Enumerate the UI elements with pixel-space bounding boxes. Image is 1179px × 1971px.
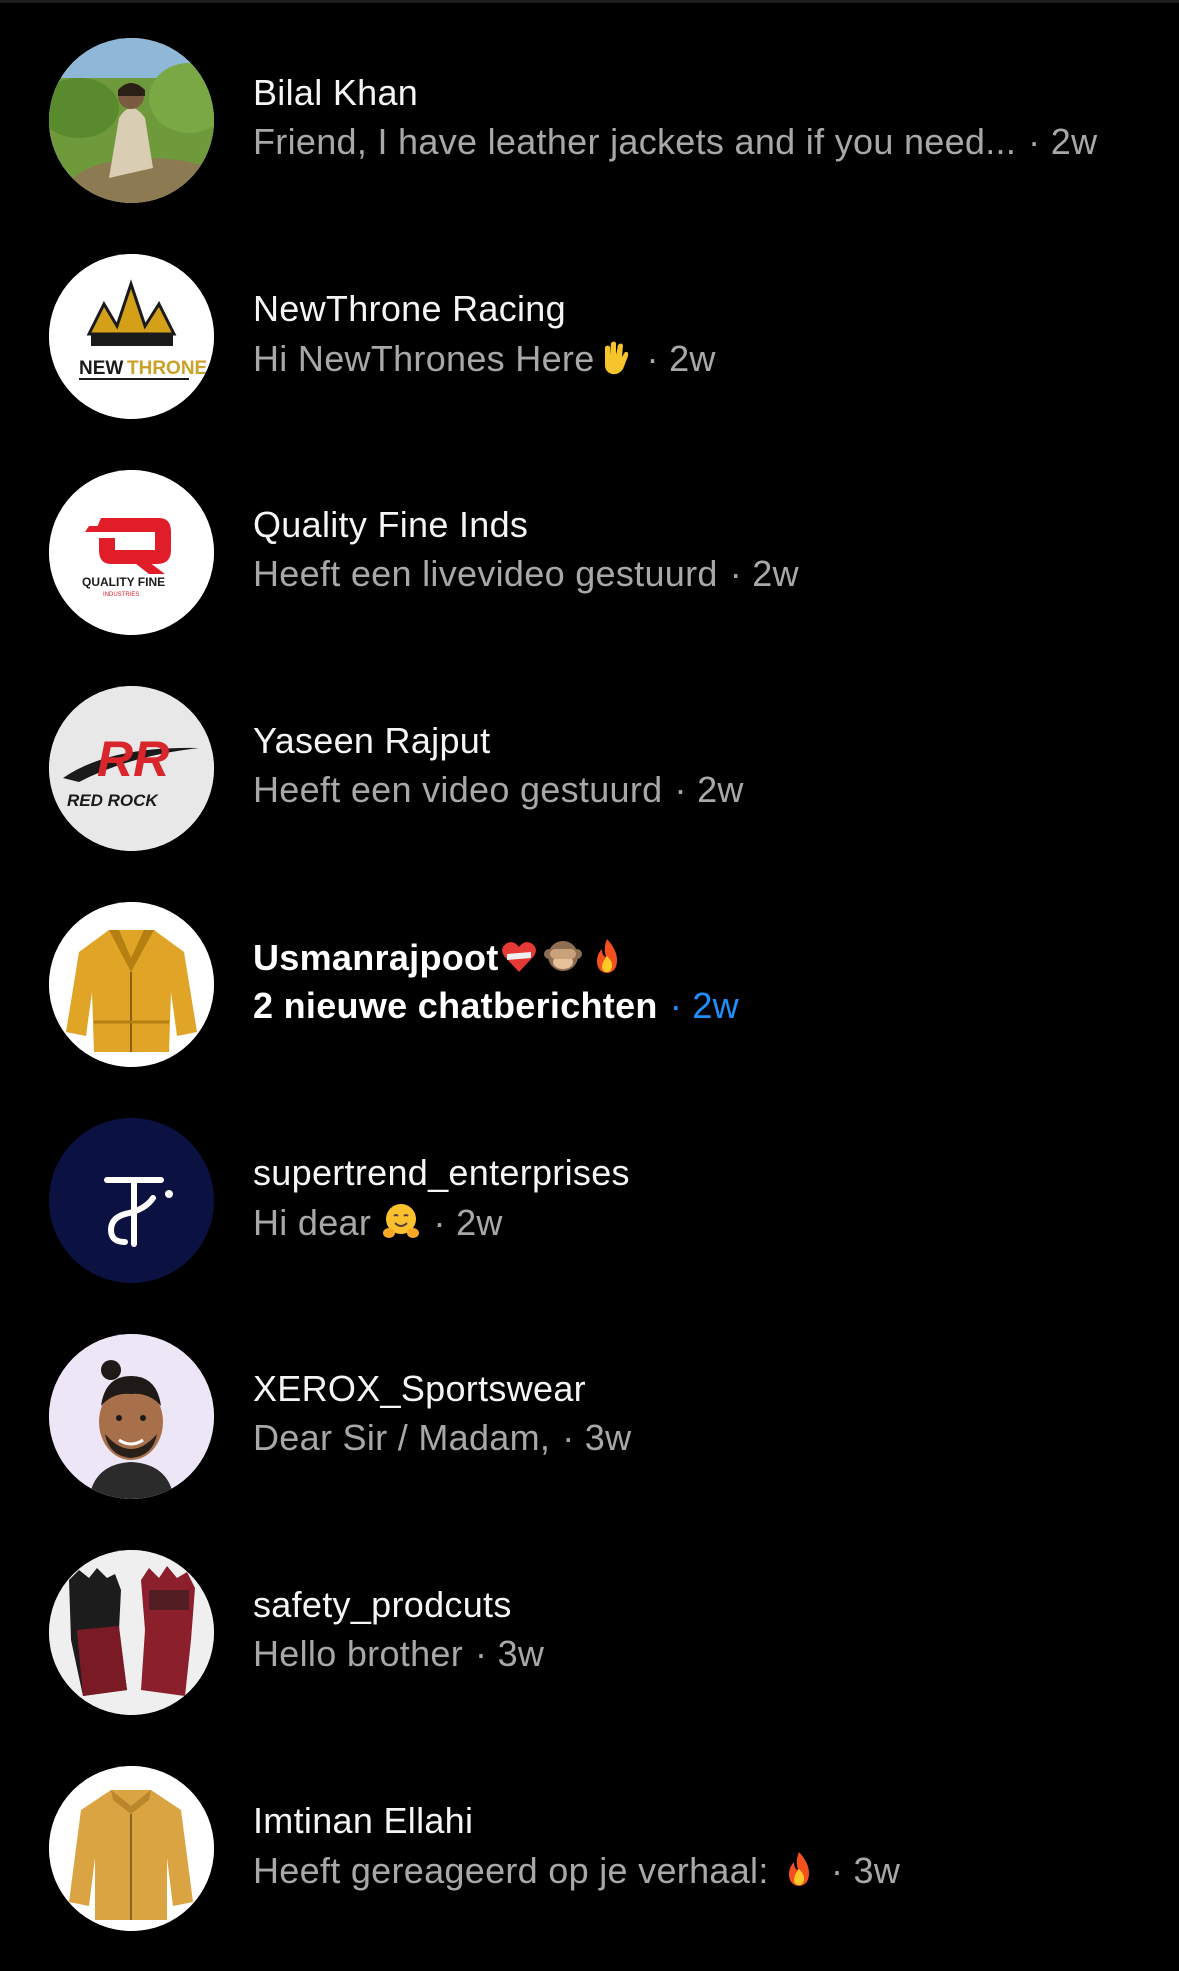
- timestamp: 2w: [697, 769, 744, 810]
- contact-name: supertrend_enterprises: [253, 1152, 630, 1193]
- logo-text-quality-fine: QUALITY FINE: [82, 575, 165, 589]
- gloves-photo-icon: [49, 1550, 214, 1715]
- separator-dot: ·: [669, 985, 693, 1026]
- supertrend-logo-icon: [49, 1118, 214, 1283]
- timestamp: 2w: [456, 1202, 503, 1243]
- quality-fine-logo-icon: QUALITY FINE INDUSTRIES: [49, 470, 214, 635]
- separator-dot: ·: [433, 1202, 457, 1243]
- raised-hand-emoji-icon: [595, 337, 635, 377]
- message-preview: 2 nieuwe chatberichten · 2w: [253, 985, 739, 1027]
- separator-dot: ·: [674, 769, 698, 810]
- message-preview: Friend, I have leather jackets and if yo…: [253, 121, 1097, 163]
- separator-dot: ·: [475, 1633, 498, 1674]
- conversation-row-quality-fine-inds[interactable]: QUALITY FINE INDUSTRIES Quality Fine Ind…: [0, 432, 1179, 648]
- yellow-jacket-avatar[interactable]: [49, 902, 214, 1067]
- message-preview: Hi NewThrones Here · 2w: [253, 337, 716, 380]
- timestamp: 2w: [669, 338, 716, 379]
- tan-jacket-avatar[interactable]: [49, 1766, 214, 1931]
- newthrone-avatar[interactable]: NEW THRONE: [49, 254, 214, 419]
- logo-text-new: NEW: [79, 358, 123, 379]
- hugging-face-emoji-icon: [381, 1201, 421, 1241]
- logo-text-industries: INDUSTRIES: [103, 592, 139, 598]
- contact-name: safety_prodcuts: [253, 1584, 512, 1625]
- fire-emoji-icon: [587, 936, 627, 976]
- memoji-avatar[interactable]: [49, 1334, 214, 1499]
- message-text: Hello brother: [253, 1633, 464, 1674]
- yellow-jacket-photo-icon: [49, 902, 214, 1067]
- message-preview: Hi dear · 2w: [253, 1201, 503, 1244]
- message-text: 2 nieuwe chatberichten: [253, 985, 658, 1026]
- message-preview: Heeft een video gestuurd · 2w: [253, 769, 744, 811]
- message-preview: Heeft gereageerd op je verhaal: · 3w: [253, 1849, 900, 1892]
- timestamp: 2w: [692, 985, 739, 1026]
- contact-name-text: Usmanrajpoot: [253, 937, 499, 978]
- contact-name: NewThrone Racing: [253, 288, 566, 329]
- separator-dot: ·: [1028, 121, 1051, 162]
- message-text: Dear Sir / Madam,: [253, 1417, 551, 1458]
- message-text: Hi dear: [253, 1202, 372, 1243]
- message-text: Hi NewThrones Here: [253, 338, 595, 379]
- message-preview: Dear Sir / Madam, · 3w: [253, 1417, 631, 1459]
- logo-text-red-rock: RED ROCK: [67, 791, 159, 810]
- newthrone-logo-icon: NEW THRONE: [49, 254, 214, 419]
- conversation-row-imtinan-ellahi[interactable]: Imtinan Ellahi Heeft gereageerd op je ve…: [0, 1728, 1179, 1944]
- timestamp: 3w: [853, 1850, 901, 1891]
- contact-name: Bilal Khan: [253, 72, 419, 113]
- conversation-row-newthrone-racing[interactable]: NEW THRONE NewThrone Racing Hi NewThrone…: [0, 216, 1179, 432]
- fire-emoji-icon: [779, 1849, 819, 1889]
- logo-text-throne: THRONE: [127, 358, 207, 379]
- conversation-row-safety-prodcuts[interactable]: safety_prodcuts Hello brother · 3w: [0, 1512, 1179, 1728]
- message-preview: Hello brother · 3w: [253, 1633, 544, 1675]
- message-text: Heeft gereageerd op je verhaal:: [253, 1850, 769, 1891]
- memoji-avatar-icon: [49, 1334, 214, 1499]
- red-rock-logo-icon: RR RED ROCK: [49, 686, 214, 851]
- message-text: Heeft een video gestuurd: [253, 769, 663, 810]
- conversation-row-usmanrajpoot[interactable]: Usmanrajpoot 2 nieuwe chatberichten · 2w: [0, 864, 1179, 1080]
- contact-name: Quality Fine Inds: [253, 504, 529, 545]
- logo-text-rr: RR: [97, 731, 169, 787]
- separator-dot: ·: [646, 338, 670, 379]
- tan-jacket-photo-icon: [49, 1766, 214, 1931]
- conversation-row-supertrend-enterprises[interactable]: supertrend_enterprises Hi dear · 2w: [0, 1080, 1179, 1296]
- contact-name: Imtinan Ellahi: [253, 1800, 474, 1841]
- timestamp: 3w: [497, 1633, 545, 1674]
- message-preview: Heeft een livevideo gestuurd · 2w: [253, 553, 799, 595]
- message-text: Heeft een livevideo gestuurd: [253, 553, 718, 594]
- conversation-row-xerox-sportswear[interactable]: XEROX_Sportswear Dear Sir / Madam, · 3w: [0, 1296, 1179, 1512]
- timestamp: 2w: [752, 553, 799, 594]
- quality-fine-avatar[interactable]: QUALITY FINE INDUSTRIES: [49, 470, 214, 635]
- mending-heart-emoji-icon: [499, 936, 539, 976]
- conversation-row-yaseen-rajput[interactable]: RR RED ROCK Yaseen Rajput Heeft een vide…: [0, 648, 1179, 864]
- supertrend-avatar[interactable]: [49, 1118, 214, 1283]
- see-no-evil-monkey-emoji-icon: [543, 936, 583, 976]
- portrait-avatar[interactable]: [49, 38, 214, 203]
- contact-name: Usmanrajpoot: [253, 936, 627, 979]
- red-rock-avatar[interactable]: RR RED ROCK: [49, 686, 214, 851]
- separator-dot: ·: [562, 1417, 585, 1458]
- timestamp: 3w: [584, 1417, 632, 1458]
- message-text: Friend, I have leather jackets and if yo…: [253, 121, 1017, 162]
- gloves-avatar[interactable]: [49, 1550, 214, 1715]
- timestamp: 2w: [1050, 121, 1098, 162]
- separator-dot: ·: [729, 553, 753, 594]
- portrait-outdoor-photo-icon: [49, 38, 214, 203]
- separator-dot: ·: [830, 1850, 854, 1891]
- contact-name: Yaseen Rajput: [253, 720, 491, 761]
- conversation-row-bilal-khan[interactable]: Bilal Khan Friend, I have leather jacket…: [0, 0, 1179, 216]
- contact-name: XEROX_Sportswear: [253, 1368, 586, 1409]
